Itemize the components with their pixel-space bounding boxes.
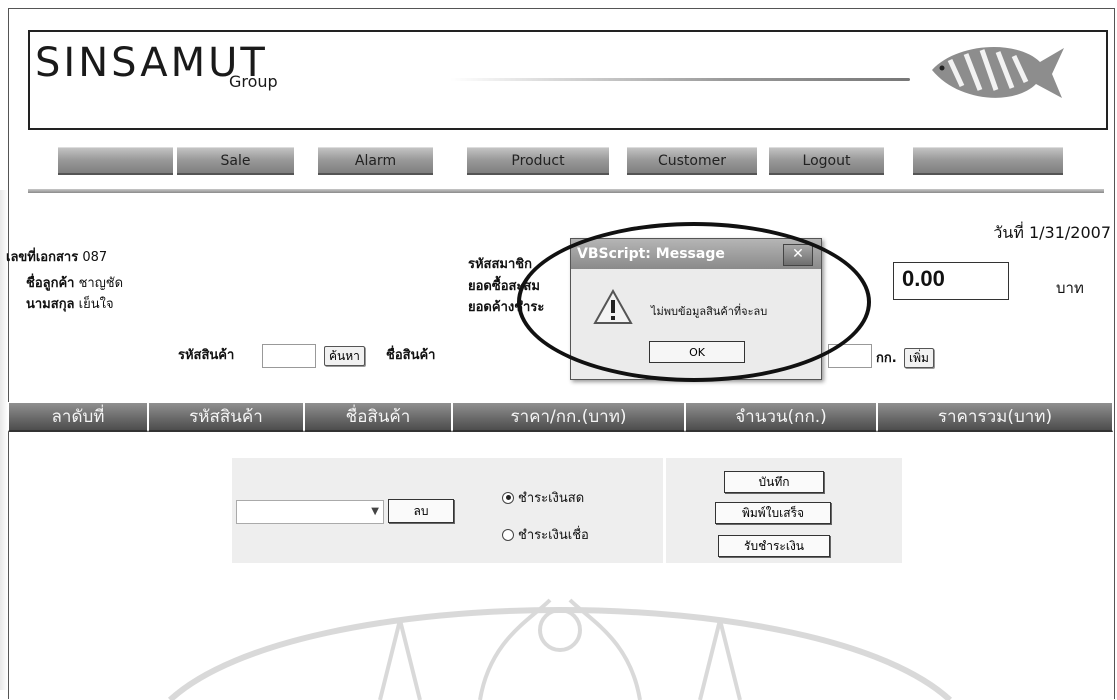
watermark-emblem <box>167 598 953 700</box>
fish-logo-icon <box>932 47 1064 98</box>
delete-button[interactable]: ลบ <box>388 499 454 523</box>
nav-product[interactable]: Product <box>467 147 609 175</box>
purchase-label: ยอดซื้อสะสม <box>468 279 540 294</box>
outstanding-label: ยอดค้างชำระ <box>468 300 545 315</box>
date-label: วันที่ <box>993 223 1024 242</box>
nav-divider <box>28 189 1104 193</box>
search-button[interactable]: ค้นหา <box>324 346 365 366</box>
currency-label: บาท <box>1056 279 1084 297</box>
cash-radio[interactable] <box>502 491 514 504</box>
col-name: ชื่อสินค้า <box>304 402 452 432</box>
add-button[interactable]: เพิ่ม <box>904 348 934 368</box>
doc-number: เลขที่เอกสาร 087 <box>6 246 107 267</box>
col-qty: จำนวน(กก.) <box>685 402 877 432</box>
surname-value: เย็นใจ <box>78 297 114 312</box>
cash-label: ชำระเงินสด <box>518 491 585 506</box>
item-select[interactable]: ▼ <box>236 500 384 524</box>
unit-label: กก. <box>876 351 897 366</box>
product-name-label: ชื่อสินค้า <box>386 348 436 363</box>
dialog-message: ไม่พบข้อมูลสินค้าที่จะลบ <box>651 305 768 318</box>
customer-name: ชื่อลูกค้า ชาญชัด <box>26 272 123 293</box>
col-price: ราคา/กก.(บาท) <box>452 402 685 432</box>
warning-icon <box>593 289 633 324</box>
save-button[interactable]: บันทึก <box>724 471 824 493</box>
items-table-header: ลาดับที่ รหัสสินค้า ชื่อสินค้า ราคา/กก.(… <box>8 402 1113 432</box>
product-code-label: รหัสสินค้า <box>178 348 235 363</box>
credit-option[interactable]: ชำระเงินเชื่อ <box>502 524 589 545</box>
doc-value: 087 <box>82 250 108 265</box>
surname-label: นามสกุล <box>26 297 75 312</box>
logo-subtext: Group <box>229 72 278 91</box>
product-code-input[interactable] <box>262 344 316 368</box>
cust-label: ชื่อลูกค้า <box>26 276 75 291</box>
message-dialog: VBScript: Message ✕ ไม่พบข้อมูลสินค้าที่… <box>570 238 822 380</box>
nav-alarm[interactable]: Alarm <box>318 147 433 175</box>
dialog-titlebar[interactable]: VBScript: Message ✕ <box>571 239 821 269</box>
dialog-title: VBScript: Message <box>577 246 725 262</box>
nav-logout[interactable]: Logout <box>769 147 884 175</box>
panel-divider <box>663 458 666 563</box>
cust-value: ชาญชัด <box>78 276 124 291</box>
ok-button[interactable]: OK <box>649 341 745 363</box>
credit-radio[interactable] <box>502 528 514 541</box>
header-swoosh <box>450 78 910 81</box>
total-amount: 0.00 <box>893 262 1009 300</box>
col-code: รหัสสินค้า <box>148 402 304 432</box>
nav-customer[interactable]: Customer <box>627 147 757 175</box>
nav-sale[interactable]: Sale <box>177 147 294 175</box>
close-icon[interactable]: ✕ <box>783 244 813 266</box>
nav-blank-left[interactable] <box>58 147 173 175</box>
col-seq: ลาดับที่ <box>8 402 148 432</box>
date-value: 1/31/2007 <box>1028 223 1111 242</box>
chevron-down-icon: ▼ <box>371 506 379 517</box>
doc-label: เลขที่เอกสาร <box>6 250 79 265</box>
customer-surname: นามสกุล เย็นใจ <box>26 293 114 314</box>
cash-option[interactable]: ชำระเงินสด <box>502 487 584 508</box>
quantity-input[interactable] <box>828 344 872 368</box>
print-receipt-button[interactable]: พิมพ์ใบเสร็จ <box>715 502 831 524</box>
member-label: รหัสสมาชิก <box>468 257 532 272</box>
receive-payment-button[interactable]: รับชำระเงิน <box>718 535 830 557</box>
nav-blank-right[interactable] <box>913 147 1063 175</box>
date-display: วันที่ 1/31/2007 <box>993 221 1111 246</box>
col-total: ราคารวม(บาท) <box>877 402 1113 432</box>
credit-label: ชำระเงินเชื่อ <box>518 528 589 543</box>
